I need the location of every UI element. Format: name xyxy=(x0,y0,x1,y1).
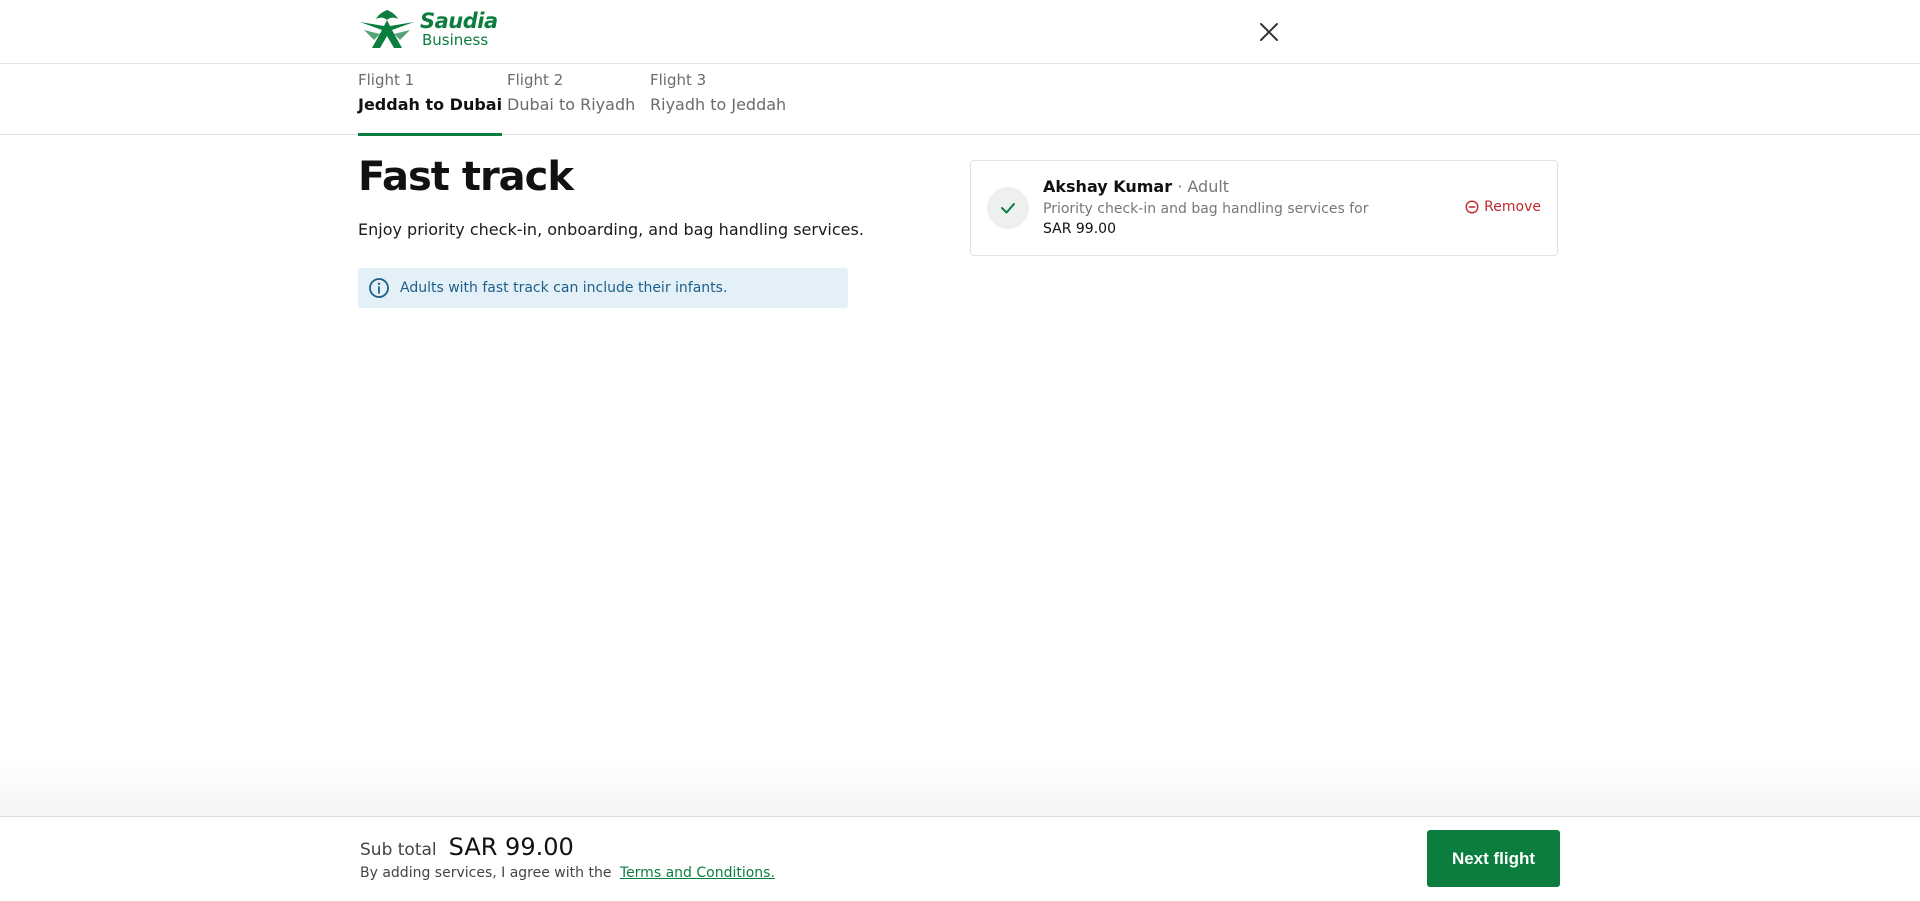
remove-label: Remove xyxy=(1484,199,1541,215)
agreement-text: By adding services, I agree with the Ter… xyxy=(360,865,775,881)
tab-flight-3[interactable]: Flight 3 Riyadh to Jeddah xyxy=(650,64,786,135)
close-button[interactable] xyxy=(1255,18,1283,46)
passenger-name-line: Akshay Kumar · Adult xyxy=(1043,177,1229,196)
close-icon xyxy=(1260,23,1278,41)
info-text: Adults with fast track can include their… xyxy=(400,280,728,296)
footer-shadow xyxy=(0,760,1920,817)
minus-circle-icon xyxy=(1465,200,1479,214)
tab-flight-route: Riyadh to Jeddah xyxy=(650,95,787,114)
tab-flight-1[interactable]: Flight 1 Jeddah to Dubai xyxy=(358,64,503,136)
passenger-type: · Adult xyxy=(1172,177,1230,196)
flight-tabs: Flight 1 Jeddah to Dubai Flight 2 Dubai … xyxy=(0,64,1920,136)
subtotal-label: Sub total xyxy=(360,840,437,860)
passenger-card: Akshay Kumar · Adult Priority check-in a… xyxy=(970,160,1558,256)
service-description: Priority check-in and bag handling servi… xyxy=(1043,201,1369,217)
saudia-logo[interactable]: Saudia Business xyxy=(358,8,498,50)
top-header: Saudia Business xyxy=(0,0,1920,64)
tab-flight-label: Flight 3 xyxy=(650,71,707,89)
subtotal: Sub total SAR 99.00 xyxy=(360,833,574,861)
next-flight-button[interactable]: Next flight xyxy=(1427,830,1560,887)
saudia-palm-logo-icon xyxy=(360,10,414,48)
check-icon xyxy=(1001,203,1015,214)
tab-flight-label: Flight 2 xyxy=(507,71,564,89)
footer-bar: Sub total SAR 99.00 By adding services, … xyxy=(0,816,1920,901)
passenger-name: Akshay Kumar xyxy=(1043,177,1173,196)
remove-button[interactable]: Remove xyxy=(1465,199,1541,215)
logo-sub-text: Business xyxy=(422,30,489,49)
selected-check xyxy=(987,187,1029,229)
tab-flight-2[interactable]: Flight 2 Dubai to Riyadh xyxy=(507,64,635,135)
subtotal-value: SAR 99.00 xyxy=(448,833,574,861)
service-price: SAR 99.00 xyxy=(1043,221,1116,237)
agreement-label: By adding services, I agree with the xyxy=(360,865,612,881)
page-title: Fast track xyxy=(358,154,574,200)
info-icon xyxy=(369,278,389,298)
page-subtitle: Enjoy priority check-in, onboarding, and… xyxy=(358,220,864,239)
logo-brand-text: Saudia xyxy=(420,8,498,33)
tab-flight-route: Dubai to Riyadh xyxy=(507,95,636,114)
tab-flight-route: Jeddah to Dubai xyxy=(358,95,503,114)
terms-link[interactable]: Terms and Conditions. xyxy=(620,865,775,881)
info-banner: Adults with fast track can include their… xyxy=(358,268,848,308)
tab-flight-label: Flight 1 xyxy=(358,71,415,89)
